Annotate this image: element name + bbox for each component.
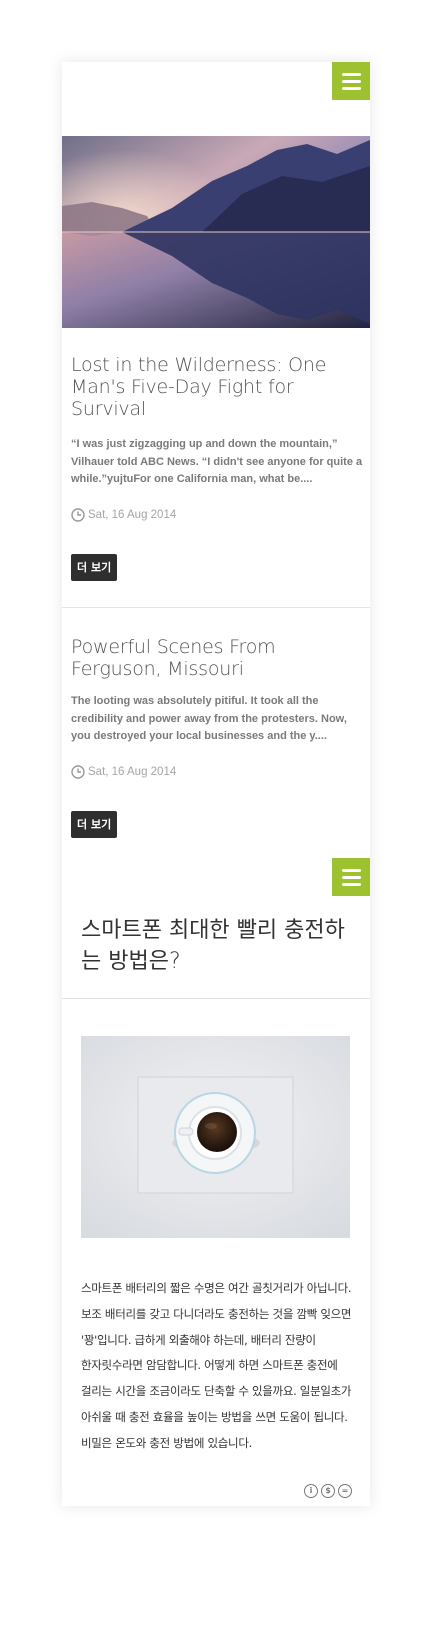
post-excerpt-wrap: The looting was absolutely pitiful. It t… (71, 693, 363, 746)
article-image (81, 1036, 350, 1238)
cc-by-icon: i (304, 1484, 318, 1498)
read-more-button[interactable]: 더 보기 (71, 811, 118, 838)
post-item: Powerful Scenes From Ferguson, Missouri (71, 636, 363, 680)
post-actions: 더 보기 (71, 554, 363, 582)
coffee-cup-photo (81, 1036, 350, 1238)
divider (62, 607, 370, 608)
post-excerpt: “I was just zigzagging up and down the m… (71, 438, 363, 485)
hamburger-menu-icon (341, 72, 361, 76)
clock-icon (71, 508, 85, 522)
post-date: Sat, 16 Aug 2014 (71, 508, 176, 522)
post-meta: Sat, 16 Aug 2014 (71, 508, 363, 524)
post-excerpt: The looting was absolutely pitiful. It t… (71, 695, 347, 742)
cc-nd-icon: = (338, 1484, 352, 1498)
content-card: Lost in the Wilderness: One Man's Five-D… (62, 62, 370, 1506)
hamburger-menu-icon (341, 868, 361, 872)
menu-button[interactable] (332, 858, 370, 896)
article-title: 스마트폰 최대한 빨리 충전하는 방법은? (81, 918, 345, 974)
post-date: Sat, 16 Aug 2014 (71, 765, 176, 779)
post-date-text: Sat, 16 Aug 2014 (88, 509, 177, 521)
article-body: 스마트폰 배터리의 짧은 수명은 여간 골칫거리가 아닙니다. 보조 배터리를 … (81, 1281, 352, 1450)
post-actions: 더 보기 (71, 811, 363, 839)
divider (62, 998, 370, 999)
post-title[interactable]: Lost in the Wilderness: One Man's Five-D… (71, 354, 363, 420)
clock-icon (71, 765, 85, 779)
post-title[interactable]: Powerful Scenes From Ferguson, Missouri (71, 636, 363, 680)
mountain-lake-photo (62, 136, 370, 328)
post-item: Lost in the Wilderness: One Man's Five-D… (71, 354, 363, 420)
license-badges: i $ = (304, 1484, 352, 1498)
cc-nc-icon: $ (321, 1484, 335, 1498)
post-date-text: Sat, 16 Aug 2014 (88, 766, 177, 778)
post-excerpt-wrap: “I was just zigzagging up and down the m… (71, 436, 363, 489)
menu-button[interactable] (332, 62, 370, 100)
hero-image (62, 136, 370, 328)
read-more-button[interactable]: 더 보기 (71, 554, 118, 581)
post-meta: Sat, 16 Aug 2014 (71, 765, 363, 781)
